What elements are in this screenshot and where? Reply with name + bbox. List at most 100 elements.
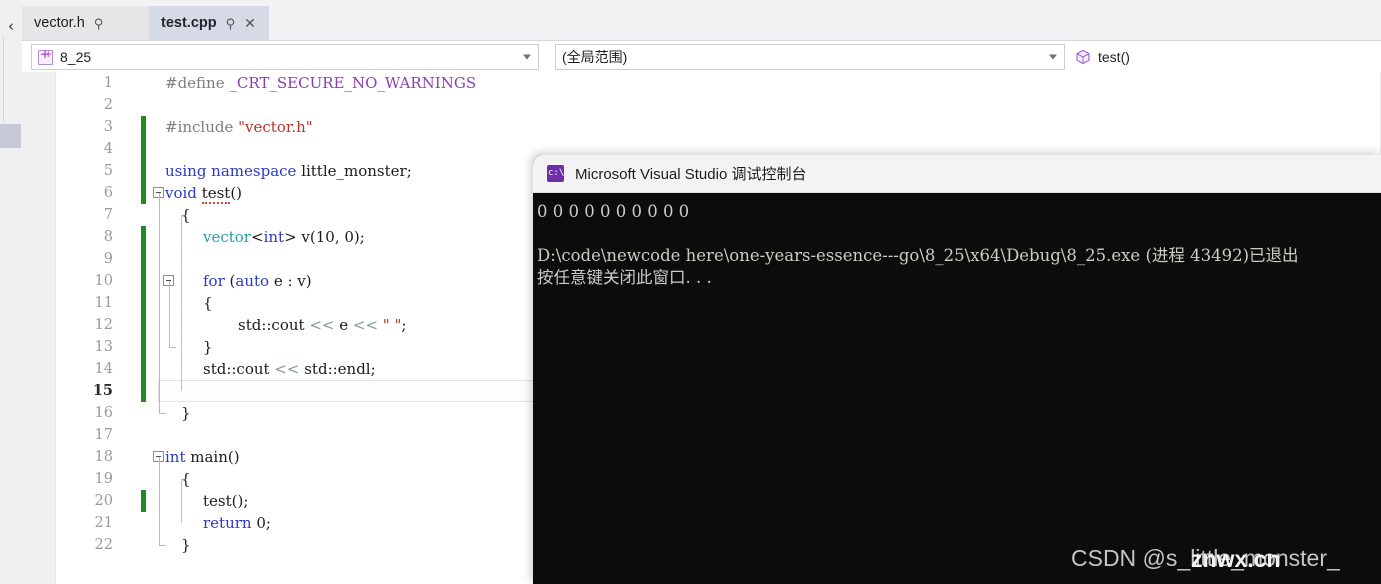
change-bar bbox=[141, 490, 146, 512]
code-text: { bbox=[181, 204, 191, 226]
code-token: 0 bbox=[256, 514, 266, 532]
code-token: < bbox=[250, 228, 264, 246]
code-text: { bbox=[181, 468, 191, 490]
chevron-down-icon[interactable] bbox=[1049, 54, 1057, 60]
change-bar bbox=[141, 358, 146, 380]
line-number: 16 bbox=[94, 405, 113, 421]
block-guide-line bbox=[181, 215, 182, 391]
pin-icon[interactable]: ⚲ bbox=[226, 17, 236, 30]
code-token: ; bbox=[265, 514, 271, 532]
line-number: 13 bbox=[94, 339, 113, 355]
chevron-left-icon[interactable]: ‹ bbox=[2, 16, 20, 36]
line-number: 7 bbox=[103, 207, 113, 223]
block-guide-line bbox=[159, 457, 160, 545]
code-token: std::cout bbox=[203, 360, 275, 378]
code-token: { bbox=[203, 294, 213, 312]
scope-selector[interactable]: (全局范围) bbox=[555, 44, 1065, 70]
code-token: "vector.h" bbox=[238, 118, 313, 136]
code-token: e bbox=[334, 316, 353, 334]
change-bar bbox=[141, 160, 146, 182]
line-number: 19 bbox=[94, 471, 113, 487]
code-token: #define bbox=[165, 74, 230, 92]
line-number: 3 bbox=[103, 119, 113, 135]
autohide-handle[interactable] bbox=[0, 124, 21, 148]
code-token: for bbox=[203, 272, 230, 290]
editor-left-margin bbox=[22, 72, 56, 584]
code-line[interactable]: 3 #include "vector.h" bbox=[55, 116, 1381, 138]
code-token: main() bbox=[190, 448, 240, 466]
line-number: 20 bbox=[94, 493, 113, 509]
line-number: 2 bbox=[103, 97, 113, 113]
line-number: 17 bbox=[94, 427, 113, 443]
change-bar bbox=[141, 314, 146, 336]
code-token: _CRT_SECURE_NO_WARNINGS bbox=[229, 74, 477, 92]
code-text: for (auto e : v) bbox=[203, 270, 312, 292]
close-icon[interactable]: ✕ bbox=[244, 16, 256, 30]
code-token: } bbox=[181, 404, 191, 422]
cpp-project-icon bbox=[38, 47, 53, 65]
code-token: int bbox=[263, 228, 285, 246]
change-bar bbox=[141, 292, 146, 314]
line-number: 8 bbox=[103, 229, 113, 245]
project-value: 8_25 bbox=[60, 49, 92, 65]
change-bar bbox=[141, 336, 146, 358]
code-token: std::endl; bbox=[299, 360, 376, 378]
line-number: 4 bbox=[103, 141, 113, 157]
tab-label: vector.h bbox=[34, 15, 85, 31]
console-output[interactable]: 0 0 0 0 0 0 0 0 0 0 D:\code\newcode here… bbox=[533, 193, 1381, 584]
code-token: { bbox=[181, 470, 191, 488]
code-text: std::cout << e << " "; bbox=[238, 314, 406, 336]
code-token: void bbox=[165, 184, 202, 202]
code-token: test bbox=[201, 184, 231, 204]
block-guide-stub bbox=[159, 413, 166, 414]
change-bar bbox=[141, 116, 146, 138]
block-guide-stub bbox=[159, 545, 166, 546]
code-token: 10 bbox=[315, 228, 335, 246]
code-text: } bbox=[181, 402, 191, 424]
change-bar bbox=[141, 182, 146, 204]
project-selector[interactable]: 8_25 bbox=[31, 44, 539, 70]
code-token: << bbox=[309, 316, 335, 334]
code-token: test(); bbox=[203, 492, 249, 510]
line-number: 12 bbox=[94, 317, 113, 333]
console-title-text: Microsoft Visual Studio 调试控制台 bbox=[575, 166, 807, 183]
code-line[interactable]: 1 #define _CRT_SECURE_NO_WARNINGS bbox=[55, 72, 1381, 94]
console-app-icon bbox=[547, 165, 564, 182]
rail-divider bbox=[3, 36, 4, 122]
line-number: 22 bbox=[94, 537, 113, 553]
member-selector[interactable]: test() bbox=[1069, 44, 1381, 70]
code-text: void test() bbox=[165, 182, 242, 204]
debug-console-window[interactable]: Microsoft Visual Studio 调试控制台 0 0 0 0 0 … bbox=[533, 155, 1381, 584]
code-token: << bbox=[274, 360, 300, 378]
change-bar bbox=[141, 226, 146, 248]
code-text: #include "vector.h" bbox=[165, 116, 313, 138]
line-number: 5 bbox=[103, 163, 113, 179]
code-token: #include bbox=[165, 118, 239, 136]
code-token: << bbox=[352, 316, 379, 334]
chevron-down-icon[interactable] bbox=[523, 54, 531, 60]
code-token: int bbox=[165, 448, 191, 466]
code-token: ; bbox=[401, 316, 407, 334]
change-bar bbox=[141, 380, 146, 402]
block-guide-stub bbox=[169, 347, 176, 348]
console-title-bar[interactable]: Microsoft Visual Studio 调试控制台 bbox=[533, 155, 1381, 193]
console-line: D:\code\newcode here\one-years-essence--… bbox=[537, 246, 1299, 265]
method-cube-icon bbox=[1075, 49, 1091, 65]
block-guide-line bbox=[169, 281, 170, 347]
code-token: auto bbox=[235, 272, 270, 290]
block-guide-line bbox=[159, 193, 160, 413]
code-token: { bbox=[181, 206, 191, 224]
tab-test-cpp[interactable]: test.cpp ⚲ ✕ bbox=[149, 6, 269, 40]
tab-vector-h[interactable]: vector.h ⚲ bbox=[22, 6, 149, 40]
code-token: e : v) bbox=[269, 272, 312, 290]
code-line[interactable]: 2 bbox=[55, 94, 1381, 116]
code-token: , bbox=[334, 228, 345, 246]
code-token: vector bbox=[203, 228, 251, 246]
code-token: using namespace bbox=[165, 162, 302, 180]
code-text: #define _CRT_SECURE_NO_WARNINGS bbox=[165, 72, 476, 94]
change-bar bbox=[141, 248, 146, 270]
line-number: 21 bbox=[94, 515, 113, 531]
console-line: 按任意键关闭此窗口. . . bbox=[537, 268, 712, 287]
pin-icon[interactable]: ⚲ bbox=[94, 17, 104, 30]
line-number: 10 bbox=[94, 273, 113, 289]
